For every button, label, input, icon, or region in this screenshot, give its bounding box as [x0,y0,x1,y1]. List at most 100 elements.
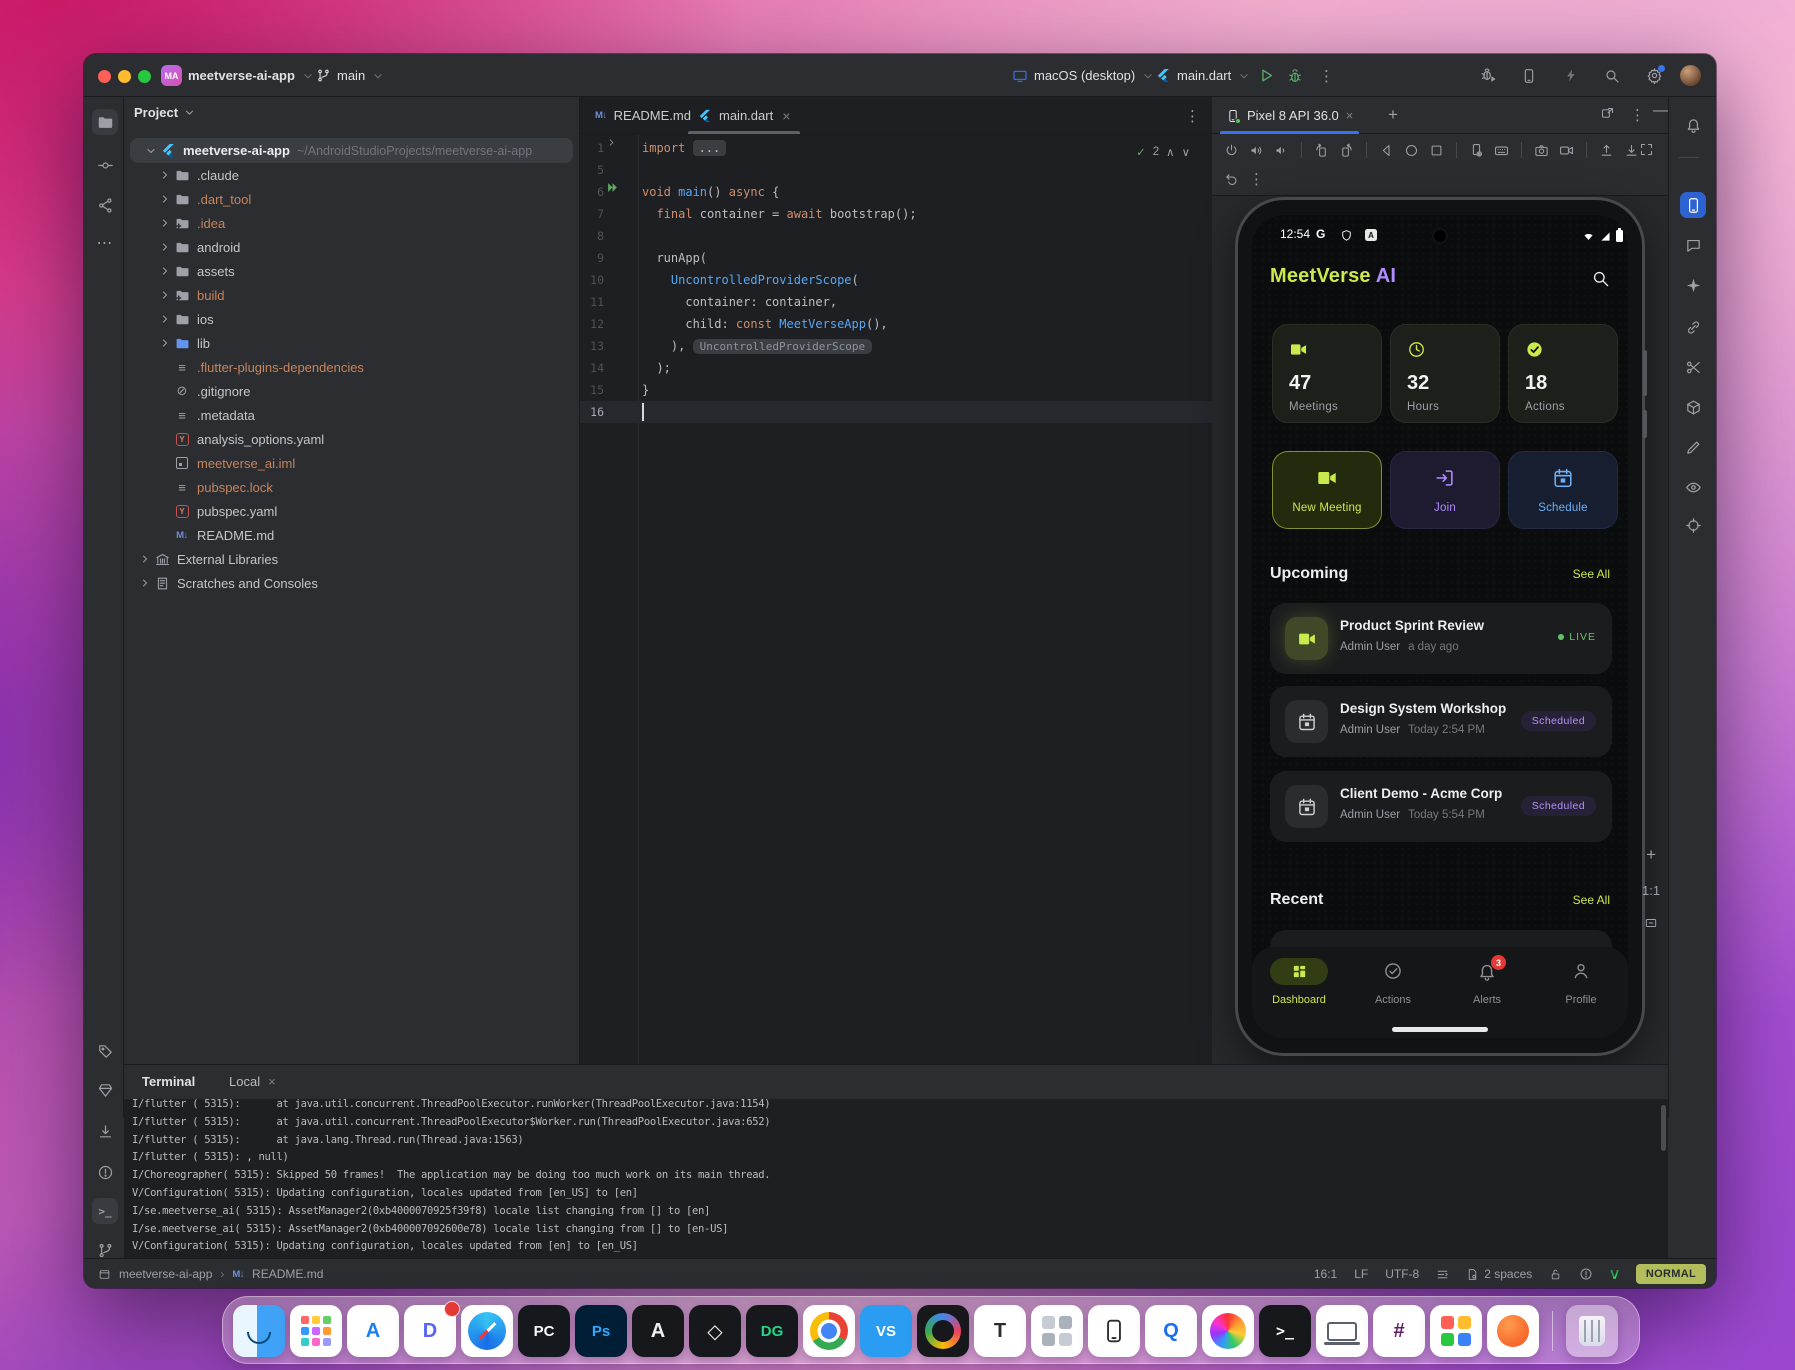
tree-item[interactable]: ≡.flutter-plugins-dependencies [124,355,579,379]
project-widget[interactable]: MA meetverse-ai-app [161,54,315,97]
tree-item[interactable]: meetverse_ai.iml [124,451,579,475]
user-avatar[interactable] [1680,54,1701,97]
app-insights-icon[interactable] [1680,354,1706,380]
emulator-keyboard-icon[interactable] [1494,143,1509,158]
emulator-volup-icon[interactable] [1249,143,1264,158]
tree-item[interactable]: build [124,283,579,307]
file-encoding[interactable]: UTF-8 [1385,1267,1419,1281]
dock-icon-slack[interactable]: # [1373,1305,1425,1357]
nav-actions[interactable]: Actions [1346,947,1440,1038]
tree-chevron-icon[interactable] [137,553,153,565]
dock-icon-orange-app[interactable] [1487,1305,1539,1357]
terminal-tab-local[interactable]: Local× [229,1074,276,1089]
dock-icon-launchpad[interactable] [290,1305,342,1357]
dock-icon-cube-app[interactable]: ◇ [689,1305,741,1357]
dock-icon-discord[interactable]: D [404,1305,456,1357]
nav-alerts[interactable]: 3Alerts [1440,947,1534,1038]
dock-icon-datagrip[interactable]: DG [746,1305,798,1357]
dock-icon-photoshop[interactable]: Ps [575,1305,627,1357]
layout-inspector-icon[interactable] [1680,474,1706,500]
run-gutter-icon[interactable] [606,181,638,194]
line-separator[interactable]: LF [1354,1267,1368,1281]
dock-icon-pinwheel[interactable] [1202,1305,1254,1357]
tree-item[interactable]: .idea [124,211,579,235]
emulator-back-icon[interactable] [1379,143,1394,158]
dock-icon-pycharm[interactable]: PC [518,1305,570,1357]
dock-icon-finder[interactable] [233,1305,285,1357]
zoom-fit-button[interactable] [1644,916,1658,930]
dock-icon-grid-app[interactable] [1031,1305,1083,1357]
terminal-output[interactable]: I/flutter ( 5315): at java.util.concurre… [124,1099,1668,1258]
tree-chevron-icon[interactable] [157,289,173,301]
unlock-icon[interactable] [1549,1268,1562,1281]
action-schedule[interactable]: Schedule [1508,451,1618,529]
dock-icon-terminal-app[interactable]: >_ [1259,1305,1311,1357]
stat-card-actions[interactable]: 18 Actions [1508,324,1618,423]
meeting-card[interactable]: Product Sprint Review Admin Usera day ag… [1270,603,1612,674]
close-icon[interactable]: × [1346,108,1354,123]
tree-item[interactable]: Yanalysis_options.yaml [124,427,579,451]
zoom-in-button[interactable]: + [1646,845,1656,865]
emulator-devset-icon[interactable] [1469,143,1484,158]
tree-chevron-icon[interactable] [157,337,173,349]
project-panel-header[interactable]: Project [134,105,196,120]
emulator-kebab-icon[interactable]: ⋮ [1249,170,1264,189]
emulator-power-icon[interactable] [1224,143,1239,158]
device-flutter-icon[interactable] [1521,54,1537,97]
tree-item[interactable]: External Libraries [124,547,579,571]
nav-dashboard[interactable]: Dashboard [1252,947,1346,1038]
action-new-meeting[interactable]: New Meeting [1272,451,1382,529]
run-options-kebab[interactable]: ⋮ [1319,54,1334,97]
recent-see-all-link[interactable]: See All [1573,893,1610,907]
device-selector[interactable]: macOS (desktop) [1012,54,1155,97]
dock-icon-vscode[interactable]: VS [860,1305,912,1357]
emulator-rotr-icon[interactable] [1339,143,1354,158]
tree-chevron-icon[interactable] [157,241,173,253]
tree-item[interactable]: ≡.metadata [124,403,579,427]
terminal-icon[interactable]: >_ [92,1198,118,1224]
nav-profile[interactable]: Profile [1534,947,1628,1038]
settings-gear-icon[interactable] [1646,54,1663,97]
tree-chevron-icon[interactable] [157,217,173,229]
dock-icon-tower[interactable]: T [974,1305,1026,1357]
tree-chevron-icon[interactable] [137,577,153,589]
meeting-card[interactable]: Design System Workshop Admin UserToday 2… [1270,686,1612,757]
dock-icon-safari[interactable] [461,1305,513,1357]
run-config-selector[interactable]: main.dart [1156,54,1251,97]
dock-icon-qoder[interactable]: Q [1145,1305,1197,1357]
close-window-button[interactable] [98,70,111,83]
phone-screen[interactable]: 12:54 G A MeetVerse AI 47 Meetings [1252,215,1628,1038]
tree-item[interactable]: .claude [124,163,579,187]
dock-icon-colors-app[interactable] [1430,1305,1482,1357]
emulator-upload-icon[interactable] [1599,143,1614,158]
gesture-bar[interactable] [1392,1027,1488,1032]
tree-item[interactable]: android [124,235,579,259]
editor-options-kebab[interactable]: ⋮ [1185,107,1200,125]
dependencies-icon[interactable] [92,1077,118,1103]
app-links-icon[interactable] [1680,314,1706,340]
emulator-camera-icon[interactable] [1534,143,1549,158]
emulator-expand-icon[interactable] [1639,142,1654,157]
stat-card-meetings[interactable]: 47 Meetings [1272,324,1382,423]
upcoming-see-all-link[interactable]: See All [1573,567,1610,581]
dock-icon-trash[interactable] [1566,1305,1618,1357]
tree-chevron-icon[interactable] [157,193,173,205]
minimize-window-button[interactable] [118,70,131,83]
tree-chevron-icon[interactable] [157,313,173,325]
debug-button[interactable] [1287,54,1303,97]
emulator-rotl-icon[interactable] [1314,143,1329,158]
attach-debugger-icon[interactable] [1480,54,1497,97]
search-icon[interactable] [1591,269,1610,288]
open-in-window-icon[interactable] [1600,106,1615,121]
dock-icon-arc-app[interactable]: A [632,1305,684,1357]
devices-kebab-icon[interactable]: ⋮ [1630,106,1645,124]
code-area[interactable]: ✓ 2 ∧ ∨ 1import ...56void main() async {… [580,134,1212,1064]
tree-item[interactable]: ⊘.gitignore [124,379,579,403]
close-icon[interactable]: × [782,108,790,124]
emulator-recents-icon[interactable] [1429,143,1444,158]
problems-icon[interactable] [92,1159,118,1185]
tree-chevron-icon[interactable] [143,145,159,157]
add-device-button[interactable]: + [1388,105,1398,125]
zoom-actual-button[interactable]: 1:1 [1642,883,1660,898]
action-join[interactable]: Join [1390,451,1500,529]
